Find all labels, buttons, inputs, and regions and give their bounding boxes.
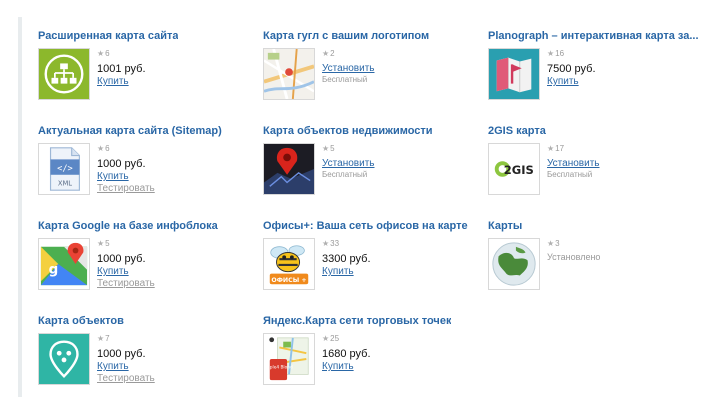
app-card: Карта объектов недвижимости ★5 Установит…: [263, 125, 483, 215]
free-note: Бесплатный: [322, 170, 368, 179]
star-icon: ★: [322, 144, 330, 153]
price: 1001 руб.: [97, 63, 146, 75]
rating: ★6: [97, 49, 110, 58]
price: 1000 руб.: [97, 158, 146, 170]
rating: ★6: [97, 144, 110, 153]
install-link[interactable]: Установить: [322, 63, 375, 75]
buy-link[interactable]: Купить: [97, 266, 155, 278]
rating: ★7: [97, 334, 110, 343]
star-icon: ★: [547, 49, 555, 58]
realty-pin-icon[interactable]: [263, 143, 315, 195]
app-title[interactable]: Карта объектов недвижимости: [263, 125, 433, 137]
svg-text:XML: XML: [58, 179, 72, 187]
svg-text:2GIS: 2GIS: [504, 163, 534, 177]
star-icon: ★: [547, 239, 555, 248]
google-map-logo-icon[interactable]: [263, 48, 315, 100]
price: 1680 руб.: [322, 348, 371, 360]
app-card: Расширенная карта сайта ★6 1001 руб. Куп…: [38, 30, 258, 120]
rating: ★16: [547, 49, 565, 58]
star-icon: ★: [322, 49, 330, 58]
xml-file-icon[interactable]: </> XML: [38, 143, 90, 195]
bee-offices-icon[interactable]: ОФИСЫ +: [263, 238, 315, 290]
map-pin-icon[interactable]: [38, 333, 90, 385]
app-title[interactable]: 2GIS карта: [488, 125, 546, 137]
star-icon: ★: [322, 334, 330, 343]
app-card: Карты ★3 Установлено: [488, 220, 708, 310]
test-link[interactable]: Тестировать: [97, 278, 155, 290]
star-icon: ★: [97, 49, 105, 58]
star-icon: ★: [547, 144, 555, 153]
app-card: Карта объектов ★7 1000 руб. Купить Тести…: [38, 315, 258, 405]
app-card: Planograph – интерактивная карта за... ★…: [488, 30, 708, 120]
buy-link[interactable]: Купить: [322, 361, 371, 373]
price: 1000 руб.: [97, 253, 146, 265]
app-card: Офисы+: Ваша сеть офисов на карте ОФИСЫ …: [263, 220, 483, 310]
buy-link[interactable]: Купить: [547, 76, 596, 88]
left-divider: [18, 17, 22, 397]
app-title[interactable]: Карта гугл с вашим логотипом: [263, 30, 429, 42]
svg-text:g: g: [49, 263, 59, 278]
price: 1000 руб.: [97, 348, 146, 360]
app-card: 2GIS карта 2GIS ★17 Установить Бесплатны…: [488, 125, 708, 215]
svg-text:ОФИСЫ +: ОФИСЫ +: [271, 277, 306, 284]
rating: ★5: [97, 239, 110, 248]
test-link[interactable]: Тестировать: [97, 373, 155, 385]
test-link[interactable]: Тестировать: [97, 183, 155, 195]
app-card: Актуальная карта сайта (Sitemap) </> XML…: [38, 125, 258, 215]
app-card: Карта Google на базе инфоблока g ★5 1000…: [38, 220, 258, 310]
rating: ★17: [547, 144, 565, 153]
planograph-icon[interactable]: [488, 48, 540, 100]
app-title[interactable]: Яндекс.Карта сети торговых точек: [263, 315, 451, 327]
buy-link[interactable]: Купить: [97, 361, 155, 373]
price: 3300 руб.: [322, 253, 371, 265]
star-icon: ★: [97, 239, 105, 248]
rating: ★3: [547, 239, 560, 248]
globe-icon[interactable]: [488, 238, 540, 290]
yandex-map-icon[interactable]: Apple4 Blond: [263, 333, 315, 385]
app-title[interactable]: Карта объектов: [38, 315, 124, 327]
star-icon: ★: [97, 144, 105, 153]
svg-text:Apple4 Blond: Apple4 Blond: [264, 365, 293, 371]
price: 7500 руб.: [547, 63, 596, 75]
app-title[interactable]: Актуальная карта сайта (Sitemap): [38, 125, 222, 137]
rating: ★5: [322, 144, 335, 153]
installed-status: Установлено: [547, 252, 601, 262]
rating: ★25: [322, 334, 340, 343]
free-note: Бесплатный: [547, 170, 593, 179]
google-maps-icon[interactable]: g: [38, 238, 90, 290]
buy-link[interactable]: Купить: [97, 76, 146, 88]
install-link[interactable]: Установить: [322, 158, 375, 170]
star-icon: ★: [97, 334, 105, 343]
buy-link[interactable]: Купить: [97, 171, 155, 183]
free-note: Бесплатный: [322, 75, 368, 84]
app-card: Яндекс.Карта сети торговых точек Apple4 …: [263, 315, 483, 405]
rating: ★33: [322, 239, 340, 248]
app-card: Карта гугл с вашим логотипом ★2 Установи…: [263, 30, 483, 120]
svg-text:</>: </>: [57, 164, 73, 174]
2gis-logo-icon[interactable]: 2GIS: [488, 143, 540, 195]
rating: ★2: [322, 49, 335, 58]
app-title[interactable]: Карта Google на базе инфоблока: [38, 220, 218, 232]
app-title[interactable]: Карты: [488, 220, 522, 232]
app-title[interactable]: Офисы+: Ваша сеть офисов на карте: [263, 220, 468, 232]
app-title[interactable]: Расширенная карта сайта: [38, 30, 178, 42]
app-title[interactable]: Planograph – интерактивная карта за...: [488, 30, 699, 42]
install-link[interactable]: Установить: [547, 158, 600, 170]
star-icon: ★: [322, 239, 330, 248]
buy-link[interactable]: Купить: [322, 266, 371, 278]
sitemap-icon[interactable]: [38, 48, 90, 100]
